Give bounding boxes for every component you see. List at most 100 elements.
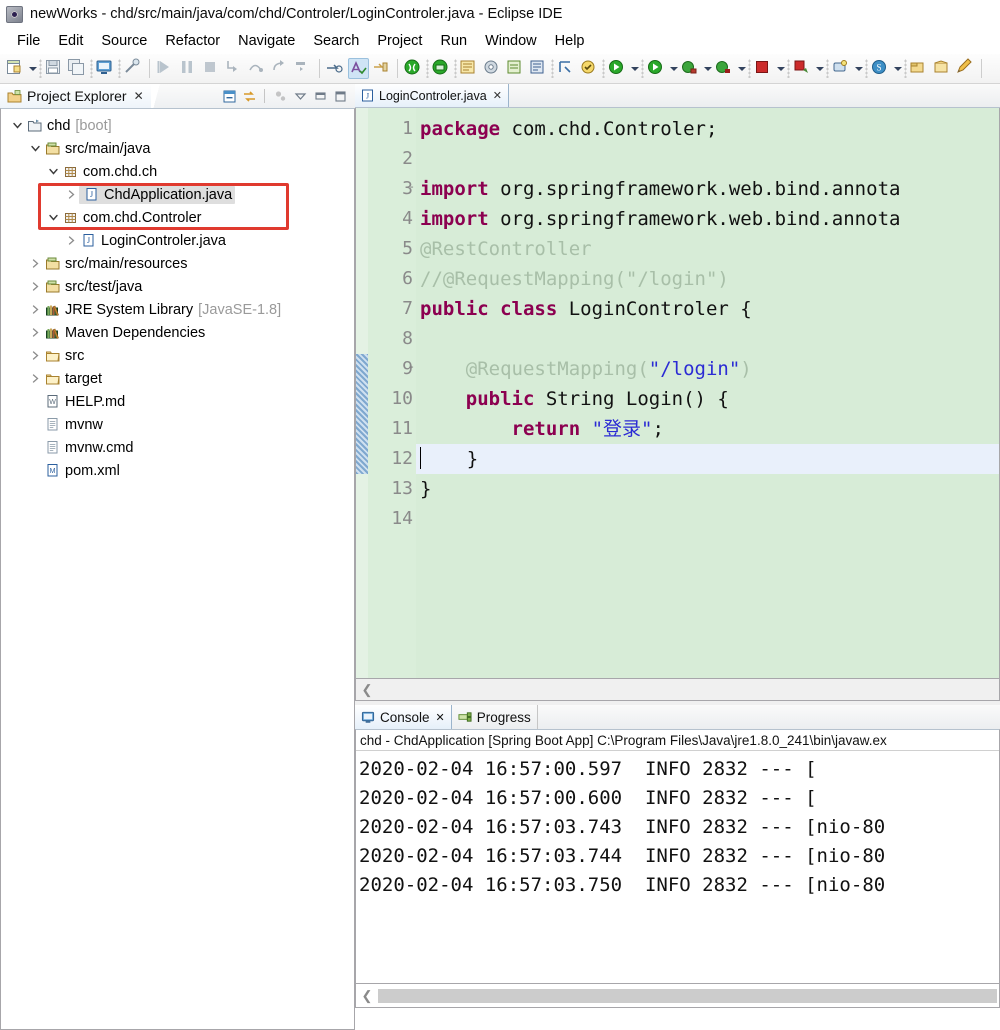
project-tree[interactable]: chd [boot] src/main/java com.chd.ch J ChdAppl… (0, 108, 355, 1030)
view-menu-icon[interactable] (291, 87, 309, 105)
pencil-icon[interactable] (955, 58, 976, 79)
code-line-14[interactable] (416, 504, 999, 534)
code-line-11[interactable]: return "登录"; (416, 414, 999, 444)
tree-item-maven-dependencies[interactable]: Maven Dependencies (1, 321, 354, 344)
tab-progress[interactable]: Progress (452, 705, 538, 729)
new-wizard-icon[interactable] (5, 58, 26, 79)
code-line-7[interactable]: public class LoginControler { (416, 294, 999, 324)
tree-item-target[interactable]: target (1, 367, 354, 390)
new-connection-dropdown-icon[interactable] (853, 58, 864, 79)
drop-to-frame-icon[interactable] (293, 58, 314, 79)
menu-navigate[interactable]: Navigate (229, 31, 304, 51)
tree-item-src-main-resources[interactable]: src/main/resources (1, 252, 354, 275)
menu-run[interactable]: Run (431, 31, 476, 51)
menu-project[interactable]: Project (368, 31, 431, 51)
menu-source[interactable]: Source (92, 31, 156, 51)
chevron-down-icon[interactable] (27, 137, 43, 160)
tree-item-src-test-java[interactable]: src/test/java (1, 275, 354, 298)
menu-window[interactable]: Window (476, 31, 546, 51)
terminate-icon[interactable] (201, 58, 222, 79)
run-dropdown-icon[interactable] (668, 58, 679, 79)
new-enum-icon[interactable] (505, 58, 526, 79)
code-line-3[interactable]: import org.springframework.web.bind.anno… (416, 174, 999, 204)
coverage-dropdown-icon[interactable] (736, 58, 747, 79)
chevron-right-icon[interactable] (27, 298, 43, 321)
save-all-icon[interactable] (67, 58, 88, 79)
step-into-icon[interactable] (224, 58, 245, 79)
tree-item-jre-system-library[interactable]: JRE System Library [JavaSE-1.8] (1, 298, 354, 321)
open-task-icon[interactable] (932, 58, 953, 79)
chevron-down-icon[interactable] (9, 114, 25, 137)
focus-on-active-task-icon[interactable] (271, 87, 289, 105)
open-console-icon[interactable] (95, 58, 116, 79)
code-line-12[interactable]: } (416, 444, 999, 474)
new-connection-icon[interactable] (831, 58, 852, 79)
code-editor[interactable]: 1 2 3-4 5 6 7 8 9-10 11 12 13 14 package com.chd.Co… (355, 108, 1000, 679)
stop-icon[interactable] (753, 58, 774, 79)
tab-project-explorer[interactable]: Project Explorer ✕ (0, 84, 163, 108)
new-java-package-icon[interactable] (431, 58, 452, 79)
tab-LoginControler-java[interactable]: J LoginControler.java ✕ (355, 84, 509, 107)
code-line-2[interactable] (416, 144, 999, 174)
step-return-icon[interactable] (270, 58, 291, 79)
tree-item-src[interactable]: src (1, 344, 354, 367)
new-java-project-icon[interactable] (403, 58, 424, 79)
external-tools-icon[interactable] (607, 58, 628, 79)
new-interface-icon[interactable] (482, 58, 503, 79)
scroll-left-icon[interactable]: ❮ (356, 680, 378, 700)
minimize-view-icon[interactable] (311, 87, 329, 105)
chevron-right-icon[interactable] (63, 183, 79, 206)
chevron-right-icon[interactable] (27, 252, 43, 275)
chevron-down-icon[interactable] (45, 206, 61, 229)
boot-dashboard-dropdown-icon[interactable] (814, 58, 825, 79)
debug-icon[interactable] (680, 58, 701, 79)
tree-item-chd[interactable]: chd [boot] (1, 114, 354, 137)
code-text-area[interactable]: package com.chd.Controler; import org.spr… (416, 108, 999, 678)
tab-console[interactable]: Console ✕ (355, 705, 452, 729)
tree-item-mvnw[interactable]: mvnw (1, 413, 354, 436)
close-icon[interactable]: ✕ (436, 711, 445, 724)
search-icon[interactable] (556, 58, 577, 79)
chevron-right-icon[interactable] (27, 367, 43, 390)
tree-item-help-md[interactable]: W HELP.md (1, 390, 354, 413)
fold-collapse-icon[interactable]: - (408, 181, 415, 192)
chevron-right-icon[interactable] (63, 229, 79, 252)
build-all-icon[interactable] (325, 58, 346, 79)
editor-horizontal-scrollbar[interactable]: ❮ (355, 679, 1000, 701)
maximize-view-icon[interactable] (331, 87, 349, 105)
chevron-right-icon[interactable] (27, 344, 43, 367)
open-perspective-icon[interactable] (909, 58, 930, 79)
run-icon[interactable] (646, 58, 667, 79)
tree-item-com-chd-controler[interactable]: com.chd.Controler (1, 206, 354, 229)
menu-edit[interactable]: Edit (49, 31, 92, 51)
debug-dropdown-icon[interactable] (702, 58, 713, 79)
new-wizard-dropdown-icon[interactable] (27, 58, 38, 79)
save-icon[interactable] (44, 58, 65, 79)
fold-collapse-icon[interactable]: - (408, 361, 415, 372)
code-line-13[interactable]: } (416, 474, 999, 504)
link-with-editor-icon[interactable] (240, 87, 258, 105)
spell-check-icon[interactable] (348, 58, 369, 79)
coverage-icon[interactable] (714, 58, 735, 79)
open-type-icon[interactable] (579, 58, 600, 79)
chevron-right-icon[interactable] (27, 275, 43, 298)
code-line-9[interactable]: @RequestMapping("/login") (416, 354, 999, 384)
external-tools-dropdown-icon[interactable] (629, 58, 640, 79)
code-line-6[interactable]: //@RequestMapping("/login") (416, 264, 999, 294)
code-line-10[interactable]: public String Login() { (416, 384, 999, 414)
new-class-icon[interactable] (459, 58, 480, 79)
chevron-down-icon[interactable] (45, 160, 61, 183)
tree-item-mvnw-cmd[interactable]: mvnw.cmd (1, 436, 354, 459)
tree-item-src-main-java[interactable]: src/main/java (1, 137, 354, 160)
tree-item-chdapplication-java[interactable]: J ChdApplication.java (1, 183, 354, 206)
scrollbar-track[interactable] (378, 988, 997, 1003)
console-view[interactable]: chd - ChdApplication [Spring Boot App] C… (355, 729, 1000, 984)
resume-icon[interactable] (155, 58, 176, 79)
tree-item-logincontroler-java[interactable]: J LoginControler.java (1, 229, 354, 252)
menu-search[interactable]: Search (304, 31, 368, 51)
collapse-all-icon[interactable] (220, 87, 238, 105)
menu-file[interactable]: File (8, 31, 49, 51)
menu-help[interactable]: Help (546, 31, 594, 51)
close-icon[interactable]: ✕ (493, 89, 502, 102)
code-line-1[interactable]: package com.chd.Controler; (416, 114, 999, 144)
